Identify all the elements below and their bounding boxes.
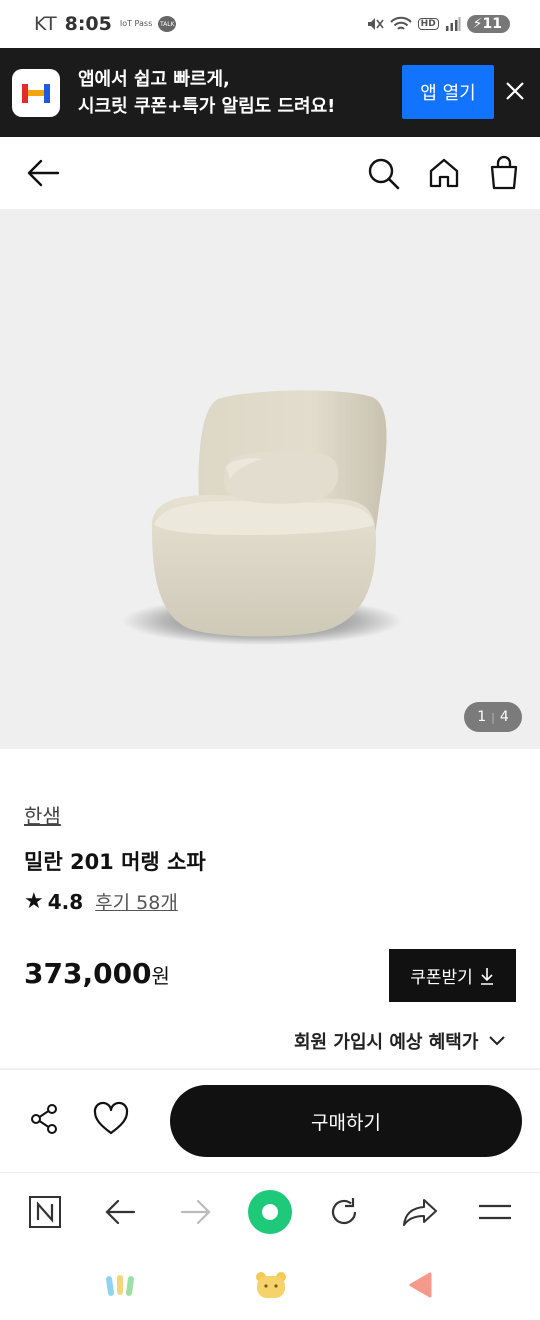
banner-line-2: 시크릿 쿠폰+특가 알림도 드려요! (78, 95, 336, 117)
buy-button[interactable]: 구매하기 (170, 1085, 522, 1157)
battery-level: 11 (482, 16, 502, 32)
browser-back-icon[interactable] (100, 1192, 140, 1232)
back-triangle-icon[interactable] (408, 1272, 434, 1302)
close-icon[interactable] (502, 78, 528, 104)
product-photo-sofa (122, 390, 402, 645)
image-counter-total: 4 (499, 709, 509, 725)
member-benefit-label: 회원 가입시 예상 혜택가 (294, 1032, 479, 1053)
banner-message: 앱에서 쉽고 빠르게, 시크릿 쿠폰+특가 알림도 드려요! (78, 66, 335, 120)
top-nav (0, 137, 540, 209)
mute-icon (367, 18, 384, 30)
status-bar: KT 8:05 IoT Pass TALK HD ⚡11 (0, 0, 540, 48)
heart-icon[interactable] (92, 1101, 130, 1137)
refresh-icon[interactable] (324, 1192, 364, 1232)
carrier-label: KT (34, 13, 57, 35)
system-navigation (0, 1250, 540, 1320)
member-benefit-toggle[interactable]: 회원 가입시 예상 혜택가 (294, 1028, 506, 1054)
chevron-down-icon (489, 1036, 506, 1046)
price: 373,000 원 (24, 957, 170, 990)
browser-toolbar (0, 1172, 540, 1250)
home-icon[interactable] (427, 157, 461, 189)
share-forward-icon[interactable] (400, 1192, 440, 1232)
home-bear-icon[interactable] (255, 1270, 287, 1304)
naver-n-icon[interactable] (25, 1192, 65, 1232)
product-image-gallery[interactable]: 1 | 4 (0, 209, 540, 749)
image-counter: 1 | 4 (464, 702, 522, 732)
app-install-banner: 앱에서 쉽고 빠르게, 시크릿 쿠폰+특가 알림도 드려요! 앱 열기 (0, 48, 540, 137)
purchase-action-bar: 구매하기 (0, 1070, 540, 1170)
browser-forward-icon[interactable] (176, 1192, 216, 1232)
image-counter-separator: | (491, 710, 495, 724)
signal-icon (445, 17, 461, 31)
recent-apps-icon[interactable] (106, 1272, 136, 1302)
image-counter-current: 1 (477, 709, 487, 725)
search-icon[interactable] (367, 157, 401, 191)
share-icon[interactable] (28, 1102, 62, 1136)
price-currency: 원 (151, 964, 170, 988)
green-dot-icon[interactable] (247, 1189, 293, 1235)
status-icons: HD ⚡11 (366, 15, 510, 33)
hd-badge: HD (417, 18, 439, 30)
back-arrow-icon[interactable] (26, 157, 60, 189)
clock: 8:05 (64, 13, 112, 35)
wifi-icon (389, 16, 412, 30)
rating-value: 4.8 (47, 889, 84, 914)
talk-icon: TALK (158, 16, 177, 32)
shopping-bag-icon[interactable] (488, 155, 520, 191)
coupon-button-label: 쿠폰받기 (410, 968, 473, 988)
star-icon: ★ (24, 889, 44, 914)
rating-row: ★ 4.8 후기 58개 (24, 888, 178, 915)
product-title: 밀란 201 머랭 소파 (24, 850, 206, 874)
review-count-link[interactable]: 후기 58개 (95, 888, 178, 915)
app-logo-icon (12, 68, 60, 117)
banner-line-1: 앱에서 쉽고 빠르게, (78, 68, 230, 90)
battery-icon: ⚡11 (466, 15, 510, 33)
menu-icon[interactable] (475, 1192, 515, 1232)
open-app-button[interactable]: 앱 열기 (402, 65, 494, 119)
iot-pass-icon: IoT Pass (119, 19, 153, 28)
coupon-download-button[interactable]: 쿠폰받기 (389, 949, 516, 1002)
brand-link[interactable]: 한샘 (24, 800, 61, 829)
price-amount: 373,000 (24, 957, 152, 990)
download-icon (480, 967, 493, 985)
